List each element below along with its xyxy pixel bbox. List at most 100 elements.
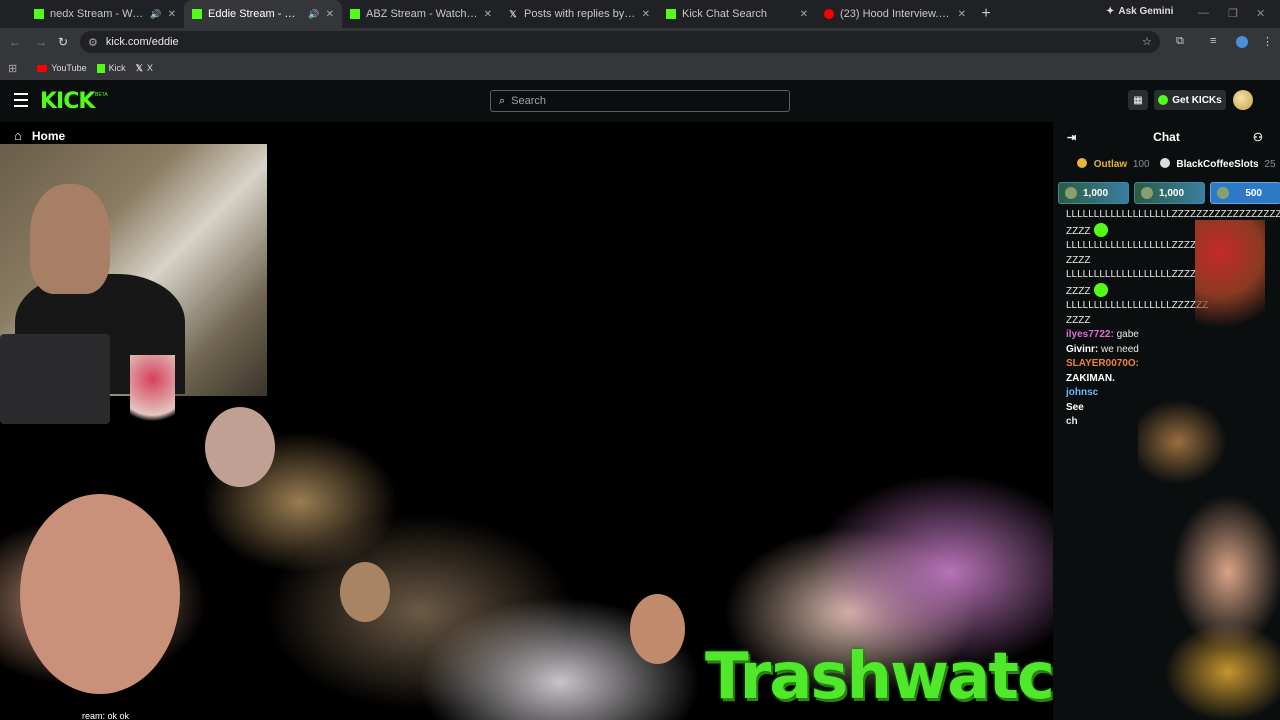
kicks-gift-bar: 1,000 1,000 500: [1058, 182, 1280, 204]
chat-header: ⇥ Chat ⚇: [1053, 128, 1280, 146]
chat-username[interactable]: ZAKIMAN.: [1066, 373, 1115, 384]
rooster-overlay: [130, 355, 175, 435]
overlay-face: [205, 407, 275, 487]
chat-message-text: ZZZZ: [1066, 225, 1091, 237]
chat-username[interactable]: ilyes7722:: [1066, 329, 1114, 340]
apps-grid-icon[interactable]: ⊞: [8, 62, 17, 75]
browser-tab[interactable]: Kick Chat Search ✕: [658, 0, 816, 28]
browser-tab[interactable]: ABZ Stream - Watch Live on Ki ✕: [342, 0, 500, 28]
chat-message-text: ZZZZ: [1066, 254, 1091, 266]
chat-username[interactable]: SLAYER0070O:: [1066, 358, 1139, 369]
chat-users-icon[interactable]: ⚇: [1253, 131, 1263, 144]
bookmark-kick[interactable]: Kick: [96, 63, 126, 73]
gift-pill[interactable]: 1,000: [1058, 182, 1129, 204]
layout-icon: ▦: [1133, 94, 1143, 106]
browser-tab[interactable]: (23) Hood Interview... GONE W ✕: [816, 0, 974, 28]
chat-title: Chat: [1153, 130, 1180, 144]
kick-icon: [350, 9, 360, 19]
chat-message-text: gabe: [1116, 329, 1139, 340]
media-control-icon[interactable]: ≡: [1210, 35, 1216, 47]
ask-gemini-button[interactable]: ✦ Ask Gemini: [1106, 6, 1173, 17]
sidebar-item-home[interactable]: ⌂ Home: [14, 128, 65, 143]
overlay-face: [630, 594, 685, 664]
kick-chat-icon: [666, 9, 676, 19]
browser-tab[interactable]: Eddie Stream - Watch Live 🔊 ✕: [184, 0, 342, 28]
close-window-icon[interactable]: ✕: [1256, 7, 1265, 20]
profile-avatar[interactable]: [1236, 36, 1248, 48]
tab-title: Posts with replies by Tiki NedX: [524, 8, 636, 20]
browser-tab[interactable]: 𝕏 Posts with replies by Tiki NedX ✕: [500, 0, 658, 28]
overlay-face: [20, 494, 180, 694]
address-bar[interactable]: ⚙ kick.com/eddie: [80, 31, 1160, 53]
back-icon[interactable]: ←: [4, 35, 26, 49]
reload-icon[interactable]: ↻: [52, 35, 74, 49]
video-player[interactable]: Trashwatch ream: ok ok: [0, 122, 1053, 720]
url-text: kick.com/eddie: [105, 36, 179, 48]
chat-panel: ⇥ Chat ⚇ Outlaw 100 BlackCoffeeSlots 25 …: [1053, 122, 1280, 720]
audio-playing-icon[interactable]: 🔊: [308, 9, 319, 20]
chat-message-text: LLLLLLLLLLLLLLLLLLLZZZZZZ: [1066, 240, 1209, 251]
close-tab-icon[interactable]: ✕: [642, 9, 650, 20]
audio-playing-icon[interactable]: 🔊: [150, 9, 161, 20]
chat-username[interactable]: johnsc: [1066, 387, 1098, 398]
hamburger-menu-icon[interactable]: [14, 93, 28, 107]
overlay-face: [340, 562, 390, 622]
kick-header: KICK ⌕ Search ▦ Get KICKs: [0, 80, 1280, 122]
tab-title: Kick Chat Search: [682, 8, 767, 20]
leader-entry[interactable]: BlackCoffeeSlots 25: [1159, 158, 1276, 170]
chat-message-text: LLLLLLLLLLLLLLLLLLLZZZZZZZZZZZZZZZZZZ: [1066, 209, 1280, 220]
bookmarks-bar: ⊞ YouTube Kick 𝕏 X: [0, 56, 1280, 80]
gifter-avatar: [1065, 187, 1077, 199]
home-icon: ⌂: [14, 128, 22, 143]
gifter-avatar: [1141, 187, 1153, 199]
chat-username[interactable]: See: [1066, 402, 1084, 413]
close-tab-icon[interactable]: ✕: [958, 9, 966, 20]
collapse-chat-icon[interactable]: ⇥: [1067, 131, 1076, 144]
close-tab-icon[interactable]: ✕: [800, 9, 808, 20]
chat-username[interactable]: ch: [1066, 416, 1078, 427]
leader-badge-icon: [1077, 158, 1087, 168]
search-input[interactable]: ⌕ Search: [490, 90, 790, 112]
bookmark-youtube[interactable]: YouTube: [37, 63, 87, 73]
browser-tab[interactable]: nedx Stream - Watch Live o 🔊 ✕: [26, 0, 184, 28]
leader-badge-icon: [1159, 158, 1170, 168]
user-avatar[interactable]: [1233, 90, 1253, 110]
tab-title: (23) Hood Interview... GONE W: [840, 8, 952, 20]
kick-emote-icon: [1094, 282, 1109, 297]
browser-toolbar: ← → ↻ ⚙ kick.com/eddie ☆ ⧉ ≡ ⋮: [0, 28, 1280, 56]
kick-icon: [192, 9, 202, 19]
bookmark-star-icon[interactable]: ☆: [1142, 35, 1152, 48]
extensions-icon[interactable]: ⧉: [1176, 35, 1184, 48]
browse-button[interactable]: ▦: [1128, 90, 1148, 110]
tab-title: ABZ Stream - Watch Live on Ki: [366, 8, 478, 20]
site-info-icon[interactable]: ⚙: [88, 36, 98, 49]
close-tab-icon[interactable]: ✕: [484, 9, 492, 20]
kick-icon: [96, 63, 105, 73]
overlay-title: Trashwatch: [705, 640, 1053, 714]
chat-message-text: LLLLLLLLLLLLLLLLLLLZZZZZZ: [1066, 269, 1209, 280]
minimize-icon[interactable]: —: [1198, 7, 1209, 19]
bookmark-x[interactable]: 𝕏 X: [136, 63, 153, 74]
search-placeholder: Search: [511, 95, 547, 107]
maximize-icon[interactable]: ❐: [1228, 7, 1238, 20]
close-tab-icon[interactable]: ✕: [326, 9, 334, 20]
chat-message-text: ZZZZ: [1066, 285, 1091, 297]
get-kicks-button[interactable]: Get KICKs: [1154, 90, 1226, 110]
gift-pill[interactable]: 1,000: [1134, 182, 1205, 204]
tab-title: Eddie Stream - Watch Live: [208, 8, 302, 20]
forward-icon[interactable]: →: [30, 35, 52, 49]
chat-username[interactable]: Givinr:: [1066, 344, 1098, 355]
streamer-face: [30, 184, 110, 294]
kick-logo[interactable]: KICK: [40, 89, 95, 114]
more-menu-icon[interactable]: ⋮: [1262, 35, 1273, 48]
chat-message[interactable]: SLAYER0070O:: [1066, 357, 1280, 372]
beta-badge: BETA: [95, 92, 108, 98]
x-icon: 𝕏: [509, 8, 517, 19]
kick-emote-icon: [1094, 222, 1109, 237]
video-caption: ream: ok ok: [82, 711, 130, 720]
gift-pill[interactable]: 500: [1210, 182, 1280, 204]
new-tab-button[interactable]: +: [974, 5, 998, 23]
x-icon: 𝕏: [135, 62, 143, 73]
leader-entry[interactable]: Outlaw 100: [1077, 158, 1150, 170]
close-tab-icon[interactable]: ✕: [168, 9, 176, 20]
